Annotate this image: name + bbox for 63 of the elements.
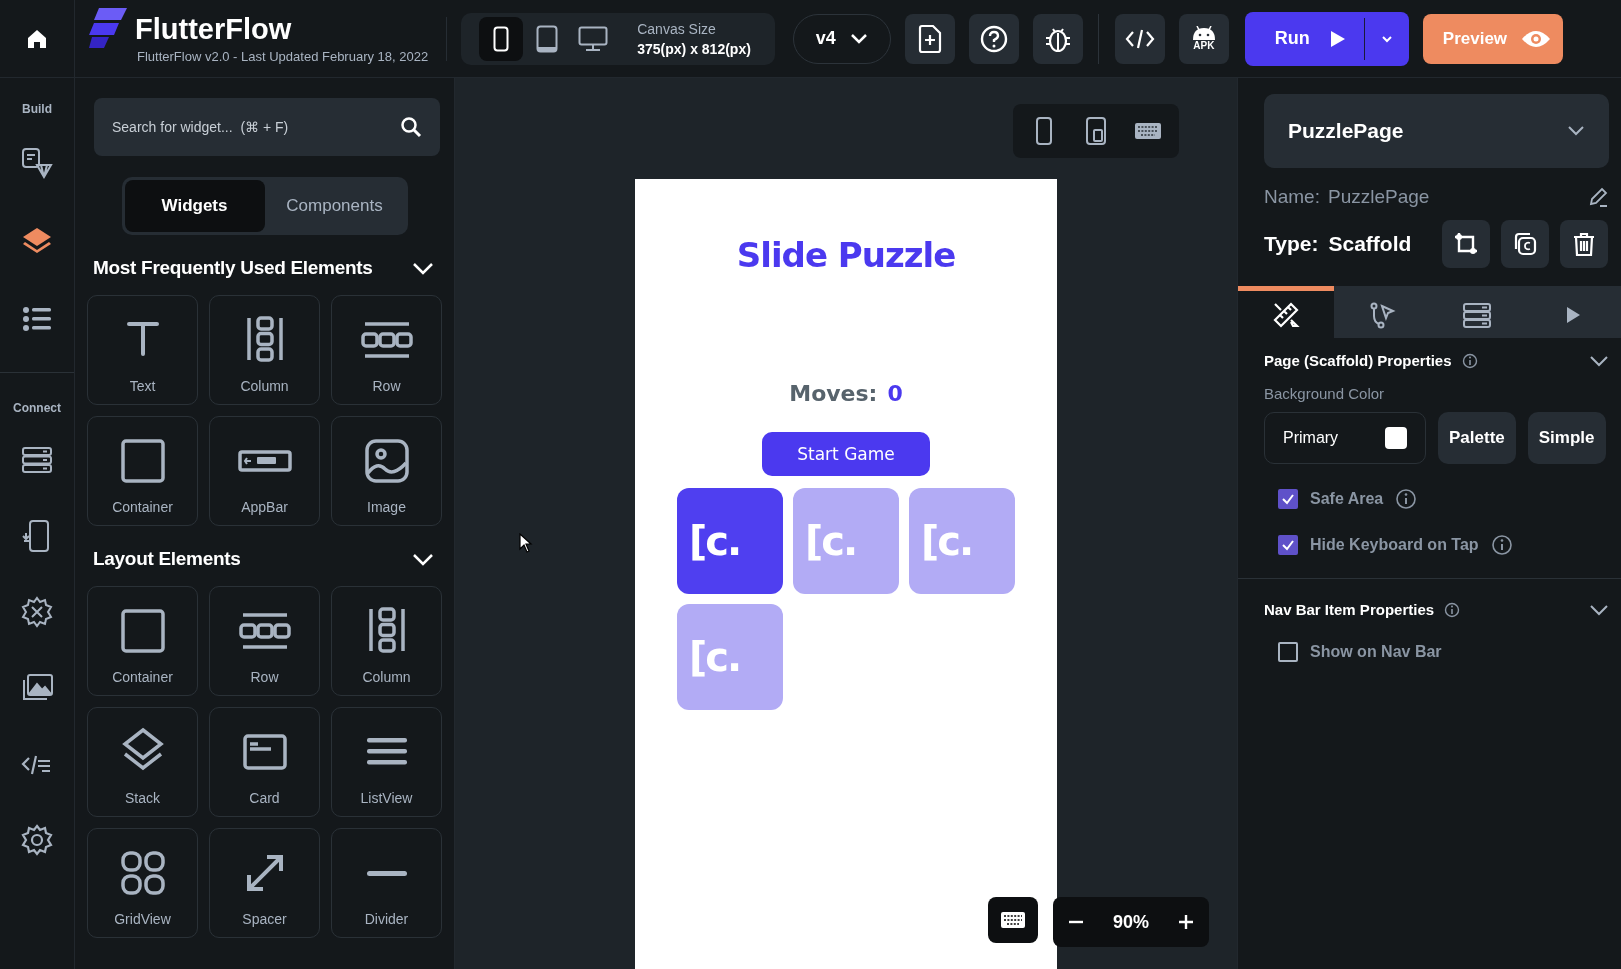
color-field[interactable]: Primary xyxy=(1264,412,1426,464)
canvas-size-label: Canvas Size xyxy=(637,20,717,37)
widget-tile[interactable]: Row xyxy=(209,586,320,696)
widget-label: Container xyxy=(112,499,173,515)
moves-label: Moves: xyxy=(789,381,878,406)
widget-tile[interactable]: Container xyxy=(87,416,198,526)
widget-tile[interactable]: GridView xyxy=(87,828,198,938)
widget-tile[interactable]: Stack xyxy=(87,707,198,817)
widget-label: Column xyxy=(240,378,289,394)
option-label: Show on Nav Bar xyxy=(1310,643,1442,661)
app-name: FlutterFlow xyxy=(135,13,293,45)
puzzle-title: Slide Puzzle xyxy=(736,235,956,275)
type-value: Scaffold xyxy=(1328,232,1412,256)
page-name-value: PuzzlePage xyxy=(1327,186,1431,208)
widget-tile[interactable]: Container xyxy=(87,586,198,696)
apk-button[interactable]: APK xyxy=(1178,13,1229,64)
panel-tab[interactable]: Widgets xyxy=(124,180,265,232)
widget-tile[interactable]: Column xyxy=(331,586,442,696)
widget-label: GridView xyxy=(114,911,171,927)
group-title: Most Frequently Used Elements xyxy=(93,257,373,279)
option-label: Safe Area xyxy=(1310,490,1384,508)
color-mode-button[interactable]: Palette xyxy=(1438,412,1516,464)
widget-label: Row xyxy=(372,378,401,394)
widget-label: Divider xyxy=(364,911,409,927)
widget-tile[interactable]: Spacer xyxy=(209,828,320,938)
widget-tile[interactable]: Image xyxy=(331,416,442,526)
widget-label: Column xyxy=(362,669,411,685)
zoom-level: 90% xyxy=(1112,911,1149,933)
section-title: Page (Scaffold) Properties xyxy=(1264,352,1452,369)
widget-label: Image xyxy=(367,499,406,515)
widget-tile[interactable]: Card xyxy=(209,707,320,817)
color-mode-button[interactable]: Simple xyxy=(1527,412,1606,464)
widget-label: Row xyxy=(250,669,279,685)
start-game-button[interactable]: Start Game xyxy=(762,432,930,476)
option-label: Hide Keyboard on Tap xyxy=(1310,536,1479,554)
widget-label: Card xyxy=(249,790,280,806)
widget-label: ListView xyxy=(360,790,413,806)
page-dropdown[interactable]: PuzzlePage xyxy=(1264,94,1609,168)
version-subtitle: FlutterFlow v2.0 - Last Updated February 18, 2022 xyxy=(137,49,429,64)
widget-tile[interactable]: Row xyxy=(331,295,442,405)
widget-label: Stack xyxy=(125,790,160,806)
widget-search-field[interactable]: Search for widget... (⌘ + F) xyxy=(94,98,440,156)
puzzle-tile[interactable]: [c. xyxy=(677,488,783,594)
type-label: Type: xyxy=(1264,232,1319,256)
widget-tile[interactable]: AppBar xyxy=(209,416,320,526)
widget-label: Spacer xyxy=(242,911,287,927)
canvas-size-value: 375(px) x 812(px) xyxy=(637,40,751,57)
name-label: Name: xyxy=(1264,186,1320,208)
widget-tile[interactable]: ListView xyxy=(331,707,442,817)
moves-count: 0 xyxy=(887,381,903,406)
rail-section-label: Build xyxy=(22,102,52,116)
apk-label: APK xyxy=(1193,40,1215,51)
group-title: Layout Elements xyxy=(93,548,241,570)
panel-tab[interactable]: Components xyxy=(264,180,405,232)
widget-label: Container xyxy=(112,669,173,685)
widget-tile[interactable]: Column xyxy=(209,295,320,405)
widget-label: Text xyxy=(129,378,156,394)
widget-label: AppBar xyxy=(241,499,288,515)
widget-tile[interactable]: Text xyxy=(87,295,198,405)
section-title: Nav Bar Item Properties xyxy=(1264,601,1435,618)
widget-tile[interactable]: Divider xyxy=(331,828,442,938)
rail-section-label: Connect xyxy=(13,401,61,415)
field-label: Background Color xyxy=(1264,385,1386,402)
